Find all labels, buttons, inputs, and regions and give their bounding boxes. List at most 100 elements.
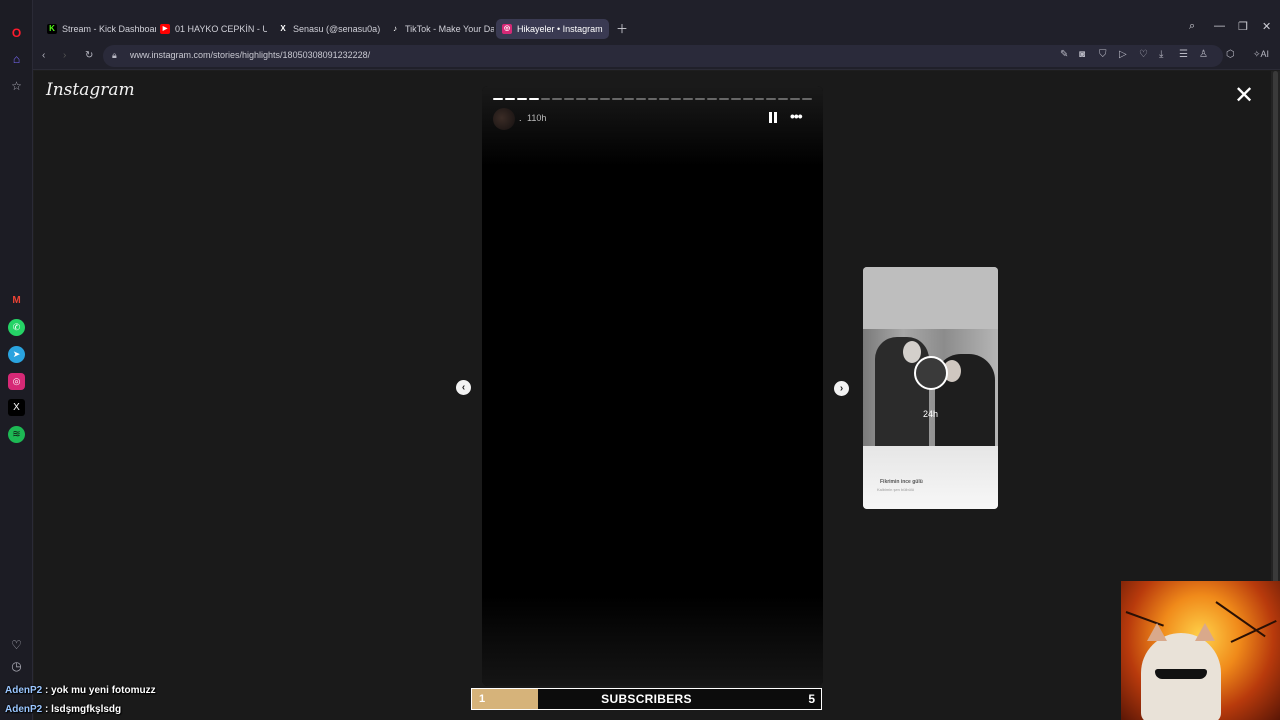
preview-avatar bbox=[914, 356, 948, 390]
subscriber-goal: 5 bbox=[808, 692, 815, 706]
progress-segment bbox=[683, 98, 694, 100]
progress-segment bbox=[600, 98, 610, 100]
progress-segment bbox=[564, 98, 575, 100]
extensions-icon[interactable]: ⬡ bbox=[1226, 49, 1235, 60]
opera-logo-icon[interactable]: O bbox=[8, 24, 25, 41]
player-icon[interactable]: ▷ bbox=[1119, 49, 1127, 60]
instagram-sidebar-icon[interactable]: ◎ bbox=[8, 373, 25, 390]
progress-segment bbox=[766, 98, 777, 100]
kick-icon: K bbox=[47, 24, 57, 34]
restore-button[interactable]: ❐ bbox=[1238, 20, 1248, 33]
reload-icon[interactable]: ↻ bbox=[85, 50, 93, 61]
star-icon[interactable]: ☆ bbox=[8, 77, 25, 94]
url-field[interactable]: 🔒︎ www.instagram.com/stories/highlights/… bbox=[103, 45, 1223, 67]
tab-label: 01 HAYKO CEPKİN - UYAN bbox=[175, 24, 267, 34]
previous-story-icon[interactable]: ‹ bbox=[456, 380, 471, 395]
story-username[interactable]: . bbox=[519, 113, 522, 123]
progress-segment bbox=[707, 98, 717, 100]
whatsapp-icon[interactable]: ✆ bbox=[8, 319, 25, 336]
cat-avatar bbox=[1141, 623, 1221, 720]
shield-icon[interactable]: ⛉ bbox=[1099, 49, 1107, 60]
preview-caption-area: Fikrimin ince gülü Kalbimin şen bülbülü bbox=[863, 446, 998, 509]
progress-segment bbox=[528, 98, 539, 100]
preview-caption-2: Kalbimin şen bülbülü bbox=[877, 487, 914, 492]
tab-label: TikTok - Make Your Day bbox=[405, 24, 494, 34]
heart-icon[interactable]: ♡ bbox=[8, 636, 25, 653]
preview-photo bbox=[863, 329, 998, 446]
x-sidebar-icon[interactable]: X bbox=[8, 399, 25, 416]
tab-kick[interactable]: K Stream - Kick Dashboard bbox=[41, 19, 156, 39]
spotify-icon[interactable]: ≋ bbox=[8, 426, 25, 443]
progress-segment bbox=[588, 98, 599, 100]
story-bottom-gradient bbox=[482, 596, 823, 686]
progress-segment bbox=[754, 98, 765, 100]
menu-icon[interactable]: ☰ bbox=[1179, 49, 1188, 60]
progress-segment bbox=[778, 98, 789, 100]
progress-segment bbox=[802, 98, 813, 100]
search-tabs-icon[interactable]: ⌕ bbox=[1189, 20, 1195, 33]
progress-segment bbox=[659, 98, 670, 100]
camera-icon[interactable]: ◙ bbox=[1079, 49, 1085, 60]
next-story-preview[interactable]: 24h Fikrimin ince gülü Kalbimin şen bülb… bbox=[863, 267, 998, 509]
screen: O ⌂ ☆ M ✆ ➤ ◎ X ≋ ♡ ◷ K Stream - Kick Da… bbox=[0, 0, 1280, 720]
instagram-icon: ◎ bbox=[502, 24, 512, 34]
gmail-icon[interactable]: M bbox=[8, 292, 25, 309]
history-icon[interactable]: ◷ bbox=[8, 657, 25, 674]
chat-text: : yok mu yeni fotomuzz bbox=[42, 685, 156, 696]
tab-label: Hikayeler • Instagram bbox=[517, 24, 603, 34]
tab-youtube[interactable]: ▶ 01 HAYKO CEPKİN - UYAN bbox=[154, 19, 267, 39]
progress-segment bbox=[611, 98, 622, 100]
progress-segment bbox=[540, 98, 551, 100]
forward-icon[interactable]: › bbox=[63, 50, 66, 61]
url-text: www.instagram.com/stories/highlights/180… bbox=[130, 50, 371, 60]
ai-label: AI bbox=[1260, 49, 1270, 59]
avatar[interactable] bbox=[493, 108, 515, 130]
youtube-icon: ▶ bbox=[160, 24, 170, 34]
progress-segment bbox=[730, 98, 741, 100]
profile-icon[interactable]: ♙ bbox=[1199, 49, 1208, 60]
ai-button[interactable]: ✧AI bbox=[1253, 49, 1269, 60]
minimize-button[interactable]: — bbox=[1214, 20, 1225, 32]
progress-segment bbox=[635, 98, 646, 100]
tab-x[interactable]: X Senasu (@senasu0a) / X bbox=[272, 19, 382, 39]
favorites-icon[interactable]: ♡ bbox=[1139, 49, 1148, 60]
close-window-button[interactable]: ✕ bbox=[1262, 20, 1271, 33]
pause-icon[interactable] bbox=[769, 112, 779, 123]
preview-person-left bbox=[875, 337, 929, 446]
progress-segment bbox=[647, 98, 658, 100]
download-icon[interactable]: ⤓ bbox=[1159, 49, 1163, 60]
browser-sidebar: O ⌂ ☆ M ✆ ➤ ◎ X ≋ ♡ ◷ bbox=[0, 0, 33, 720]
progress-segment bbox=[516, 98, 527, 100]
back-icon[interactable]: ‹ bbox=[42, 50, 45, 61]
subscriber-goal-bar: 1 SUBSCRIBERS 5 bbox=[471, 688, 822, 710]
progress-segment bbox=[623, 98, 634, 100]
progress-segment bbox=[718, 98, 729, 100]
close-icon[interactable]: ✕ bbox=[1234, 84, 1254, 108]
tiktok-icon: ♪ bbox=[393, 24, 397, 33]
more-options-icon[interactable]: ••• bbox=[790, 109, 803, 123]
subscriber-label: SUBSCRIBERS bbox=[601, 692, 692, 706]
progress-segment bbox=[671, 98, 682, 100]
story-viewer[interactable]: . 110h ••• bbox=[482, 86, 823, 686]
tab-tiktok[interactable]: ♪ TikTok - Make Your Day bbox=[384, 19, 494, 39]
chat-nick: AdenP2 bbox=[5, 704, 43, 715]
home-icon[interactable]: ⌂ bbox=[8, 50, 25, 67]
progress-segment bbox=[790, 98, 801, 100]
edit-icon[interactable]: ✎ bbox=[1060, 49, 1068, 60]
progress-segment bbox=[504, 98, 515, 100]
story-progress-bar bbox=[493, 98, 813, 100]
telegram-icon[interactable]: ➤ bbox=[8, 346, 25, 363]
progress-segment bbox=[576, 98, 587, 100]
new-tab-button[interactable]: ＋ bbox=[616, 20, 628, 37]
chat-message: AdenP2 : lsdşmgfkşlsdg bbox=[5, 704, 121, 715]
chat-nick: AdenP2 bbox=[5, 685, 43, 696]
story-time: 110h bbox=[527, 113, 547, 123]
instagram-logo[interactable]: Instagram bbox=[46, 80, 135, 100]
webcam-overlay bbox=[1121, 581, 1280, 720]
x-icon: X bbox=[280, 24, 286, 33]
next-story-icon[interactable]: › bbox=[834, 381, 849, 396]
address-bar: ‹ › ↻ 🔒︎ www.instagram.com/stories/highl… bbox=[33, 42, 1280, 70]
tab-label: Stream - Kick Dashboard bbox=[62, 24, 156, 34]
tab-instagram[interactable]: ◎ Hikayeler • Instagram bbox=[496, 19, 609, 39]
chat-message: AdenP2 : yok mu yeni fotomuzz bbox=[5, 685, 156, 696]
